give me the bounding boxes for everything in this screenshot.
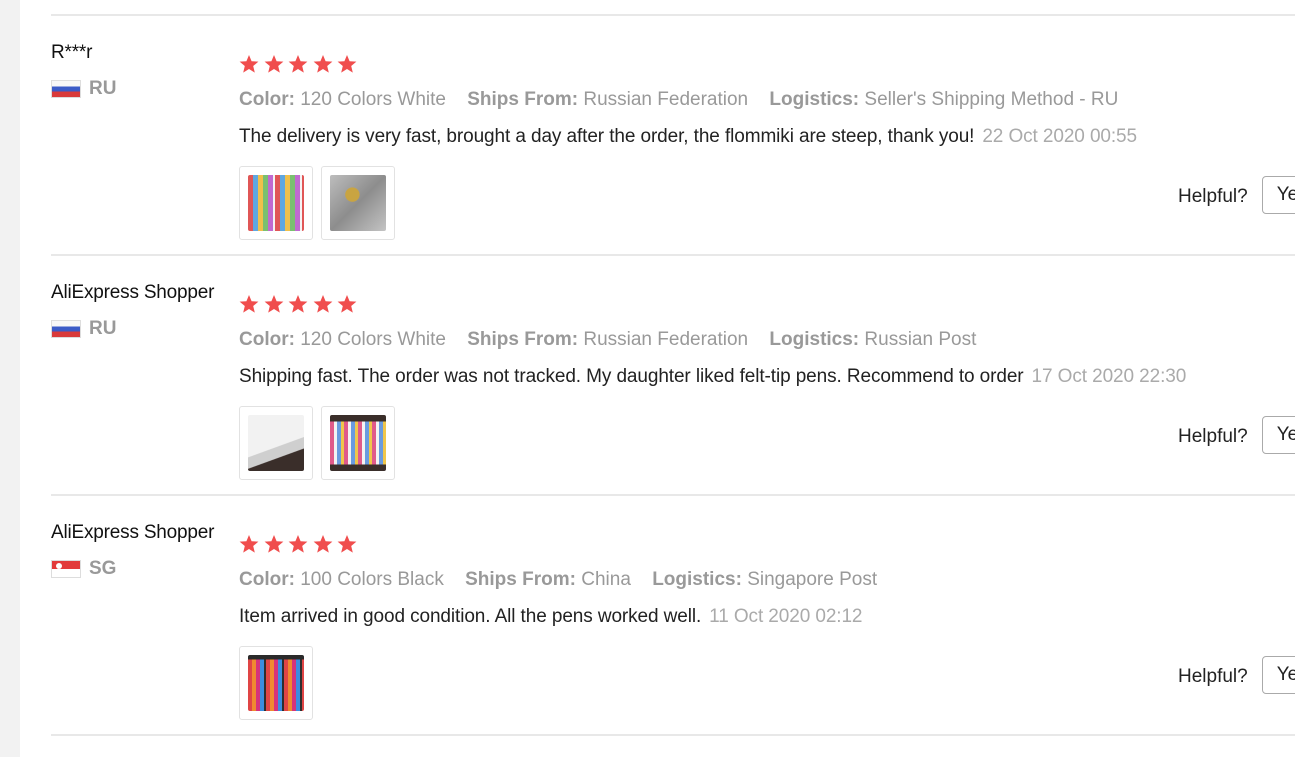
- star-icon: [288, 295, 308, 313]
- star-icon: [337, 55, 357, 73]
- divider: [51, 734, 1295, 736]
- star-icon: [264, 535, 283, 553]
- color-label: Color:: [239, 329, 295, 350]
- helpful-yes-button[interactable]: Yes: [1261, 176, 1295, 214]
- ships-from-label: Ships From:: [467, 89, 579, 110]
- ships-from-value: Russian Federation: [583, 329, 749, 350]
- reviewer-name: AliExpress Shopper: [51, 522, 215, 543]
- reviewer-country: RU: [51, 318, 116, 340]
- review-photos: [239, 406, 403, 480]
- review-date: 22 Oct 2020 00:55: [982, 126, 1137, 147]
- logistics-value: Seller's Shipping Method - RU: [864, 89, 1119, 110]
- review-text: The delivery is very fast, brought a day…: [239, 126, 975, 147]
- review-photos: [239, 646, 321, 720]
- left-gutter: [0, 0, 20, 757]
- star-icon: [288, 535, 308, 553]
- review-item: AliExpress Shopper RU Color: 120 Colors …: [51, 256, 1295, 494]
- review-date: 11 Oct 2020 02:12: [709, 606, 863, 627]
- photo-image: [248, 415, 304, 471]
- review-date: 17 Oct 2020 22:30: [1031, 366, 1187, 387]
- helpful-yes-button[interactable]: Yes: [1261, 656, 1295, 694]
- helpful-section: Helpful? Yes: [1178, 176, 1295, 214]
- star-icon: [313, 295, 332, 313]
- star-icon: [288, 55, 308, 73]
- review-text-line: Shipping fast. The order was not tracked…: [239, 366, 1186, 388]
- color-value: 120 Colors White: [300, 89, 446, 110]
- star-rating: [239, 54, 362, 74]
- ships-from-value: Russian Federation: [583, 89, 749, 110]
- ru-flag-icon: [51, 320, 81, 338]
- review-photos: [239, 166, 403, 240]
- star-icon: [239, 295, 259, 313]
- ships-from-label: Ships From:: [465, 569, 576, 590]
- review-text: Item arrived in good condition. All the …: [239, 606, 702, 627]
- review-photo[interactable]: [239, 406, 313, 480]
- sg-flag-icon: [51, 560, 81, 578]
- review-photo[interactable]: [321, 166, 395, 240]
- reviewer-country: RU: [51, 78, 116, 100]
- review-photo[interactable]: [239, 166, 313, 240]
- star-icon: [313, 55, 332, 73]
- photo-image: [330, 175, 386, 231]
- reviewer-country: SG: [51, 558, 116, 580]
- star-rating: [239, 534, 362, 554]
- star-icon: [337, 535, 357, 553]
- review-photo[interactable]: [321, 406, 395, 480]
- reviewer-name: R***r: [51, 42, 93, 63]
- ships-from-value: China: [581, 569, 631, 590]
- reviewer-name: AliExpress Shopper: [51, 282, 215, 303]
- country-code: SG: [89, 558, 117, 579]
- review-item: AliExpress Shopper SG Color: 100 Colors …: [51, 496, 1295, 734]
- ru-flag-icon: [51, 80, 81, 98]
- photo-image: [248, 655, 304, 711]
- helpful-label: Helpful?: [1178, 186, 1248, 207]
- color-value: 120 Colors White: [300, 329, 446, 350]
- logistics-value: Russian Post: [864, 329, 977, 350]
- country-code: RU: [89, 78, 117, 99]
- logistics-label: Logistics:: [769, 329, 860, 350]
- photo-image: [330, 415, 386, 471]
- helpful-section: Helpful? Yes: [1178, 656, 1295, 694]
- star-icon: [239, 55, 259, 73]
- logistics-label: Logistics:: [769, 89, 860, 110]
- helpful-yes-button[interactable]: Yes: [1261, 416, 1295, 454]
- review-text-line: Item arrived in good condition. All the …: [239, 606, 863, 628]
- star-icon: [264, 295, 283, 313]
- photo-image: [248, 175, 304, 231]
- review-photo[interactable]: [239, 646, 313, 720]
- star-icon: [337, 295, 357, 313]
- logistics-value: Singapore Post: [747, 569, 878, 590]
- helpful-label: Helpful?: [1178, 426, 1248, 447]
- star-icon: [264, 55, 283, 73]
- color-label: Color:: [239, 89, 295, 110]
- review-text-line: The delivery is very fast, brought a day…: [239, 126, 1137, 148]
- review-attributes: Color: 120 Colors White Ships From: Russ…: [239, 329, 992, 351]
- ships-from-label: Ships From:: [467, 329, 579, 350]
- review-attributes: Color: 120 Colors White Ships From: Russ…: [239, 89, 1134, 111]
- star-icon: [313, 535, 332, 553]
- star-icon: [239, 535, 259, 553]
- review-text: Shipping fast. The order was not tracked…: [239, 366, 1024, 387]
- logistics-label: Logistics:: [652, 569, 742, 590]
- review-attributes: Color: 100 Colors Black Ships From: Chin…: [239, 569, 893, 591]
- color-value: 100 Colors Black: [300, 569, 444, 590]
- helpful-section: Helpful? Yes: [1178, 416, 1295, 454]
- color-label: Color:: [239, 569, 295, 590]
- reviews-list: R***r RU Color: 120 Colors White Ships F…: [51, 0, 1295, 757]
- country-code: RU: [89, 318, 117, 339]
- helpful-label: Helpful?: [1178, 666, 1248, 687]
- review-item: R***r RU Color: 120 Colors White Ships F…: [51, 16, 1295, 254]
- star-rating: [239, 294, 362, 314]
